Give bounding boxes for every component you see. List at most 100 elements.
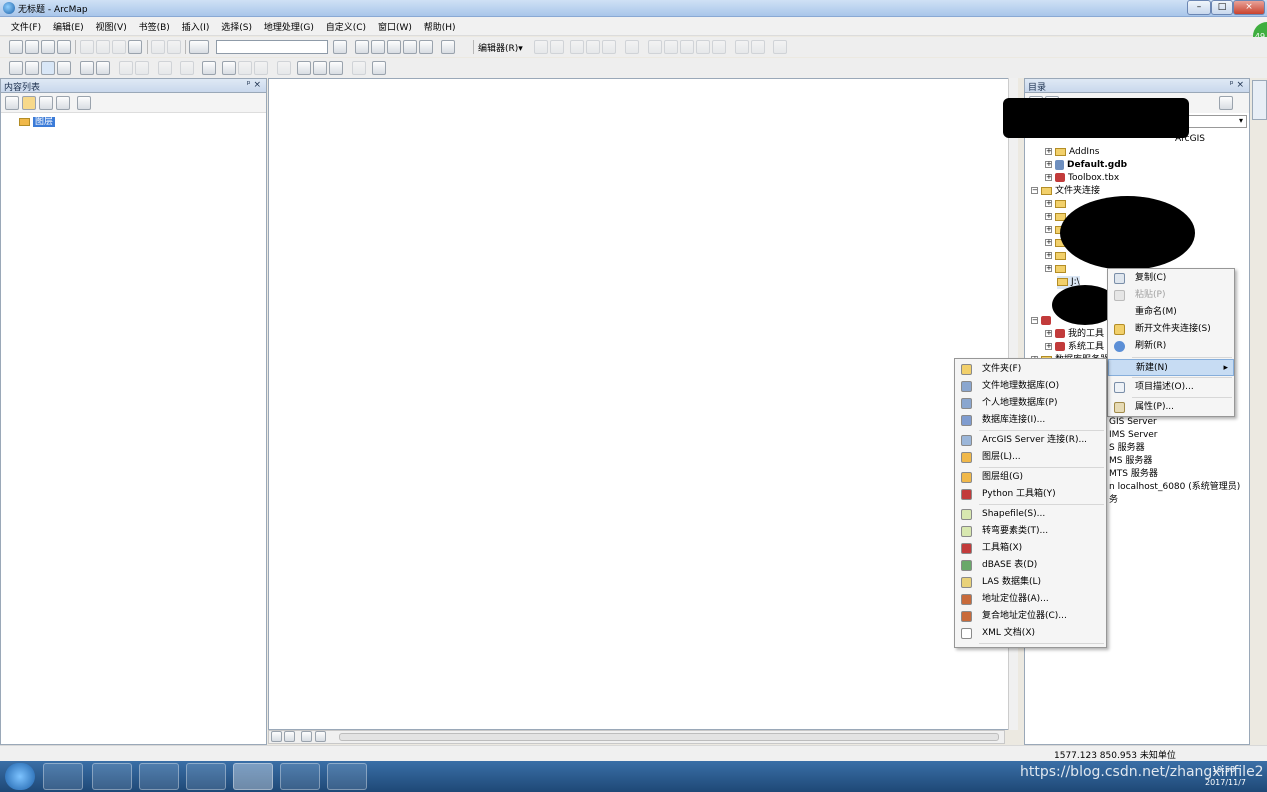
toc-window-icon[interactable] bbox=[355, 40, 369, 54]
search-side-tab[interactable] bbox=[1252, 80, 1267, 120]
menu-bookmarks[interactable]: 书签(B) bbox=[135, 17, 175, 36]
menu-edit[interactable]: 编辑(E) bbox=[49, 17, 89, 36]
pan-icon[interactable] bbox=[41, 61, 55, 75]
menu-file[interactable]: 文件(F) bbox=[7, 17, 46, 36]
edit-tool-icon[interactable] bbox=[534, 40, 548, 54]
catalog-item-wms-server[interactable]: MS 服务器 bbox=[1109, 455, 1152, 468]
list-by-selection-icon[interactable] bbox=[56, 96, 70, 110]
editor-menu[interactable]: 编辑器(R)▾ bbox=[478, 41, 523, 54]
menu-customize[interactable]: 自定义(C) bbox=[322, 17, 371, 36]
save-icon[interactable] bbox=[41, 40, 55, 54]
measure-icon[interactable] bbox=[277, 61, 291, 75]
refresh-view-icon[interactable] bbox=[301, 731, 312, 742]
minimize-button[interactable]: – bbox=[1187, 0, 1211, 15]
catalog-item-system-toolboxes[interactable]: + 系统工具 bbox=[1045, 341, 1104, 354]
map-display[interactable] bbox=[268, 78, 1018, 730]
taskbar-app-icon[interactable] bbox=[139, 763, 179, 790]
find-route-icon[interactable] bbox=[313, 61, 327, 75]
menu-view[interactable]: 视图(V) bbox=[92, 17, 132, 36]
ctx-rename[interactable]: 重命名(M) bbox=[1108, 304, 1234, 321]
edit-vertices-icon[interactable] bbox=[648, 40, 662, 54]
menu-windows[interactable]: 窗口(W) bbox=[374, 17, 417, 36]
catalog-item-default-gdb[interactable]: + Default.gdb bbox=[1045, 159, 1127, 172]
new-turn-feature[interactable]: 转弯要素类(T)... bbox=[955, 523, 1106, 540]
trace-icon[interactable] bbox=[602, 40, 616, 54]
paste-icon[interactable] bbox=[112, 40, 126, 54]
catalog-window-icon[interactable] bbox=[371, 40, 385, 54]
taskbar-app-icon[interactable] bbox=[280, 763, 320, 790]
ctx-refresh[interactable]: 刷新(R) bbox=[1108, 338, 1234, 355]
list-by-drawing-order-icon[interactable] bbox=[5, 96, 19, 110]
identify-icon[interactable] bbox=[222, 61, 236, 75]
catalog-item-my-toolboxes[interactable]: + 我的工具 bbox=[1045, 328, 1104, 341]
split-icon[interactable] bbox=[696, 40, 710, 54]
menu-insert[interactable]: 插入(I) bbox=[178, 17, 215, 36]
open-icon[interactable] bbox=[25, 40, 39, 54]
menu-help[interactable]: 帮助(H) bbox=[420, 17, 461, 36]
create-features-icon[interactable] bbox=[773, 40, 787, 54]
python-window-icon[interactable] bbox=[419, 40, 433, 54]
model-builder-icon[interactable] bbox=[441, 40, 455, 54]
new-personal-gdb[interactable]: 个人地理数据库(P) bbox=[955, 395, 1106, 412]
new-shapefile[interactable]: Shapefile(S)... bbox=[955, 506, 1106, 523]
edit-annotation-icon[interactable] bbox=[550, 40, 564, 54]
fixed-zoom-in-icon[interactable] bbox=[80, 61, 94, 75]
cut-polygon-icon[interactable] bbox=[680, 40, 694, 54]
back-extent-icon[interactable] bbox=[119, 61, 133, 75]
search-window-icon[interactable] bbox=[387, 40, 401, 54]
catalog-subitem[interactable]: + bbox=[1045, 263, 1069, 276]
arcmap-taskbar-icon[interactable] bbox=[233, 763, 273, 790]
menu-geoprocessing[interactable]: 地理处理(G) bbox=[260, 17, 319, 36]
full-extent-icon[interactable] bbox=[57, 61, 71, 75]
map-horizontal-scrollbar[interactable] bbox=[339, 733, 999, 741]
options-icon[interactable] bbox=[77, 96, 91, 110]
new-python-toolbox[interactable]: Python 工具箱(Y) bbox=[955, 486, 1106, 503]
fixed-zoom-out-icon[interactable] bbox=[96, 61, 110, 75]
undo-icon[interactable] bbox=[151, 40, 165, 54]
create-viewer-icon[interactable] bbox=[372, 61, 386, 75]
catalog-item-ims-server[interactable]: IMS Server bbox=[1109, 429, 1158, 442]
file-explorer-icon[interactable] bbox=[186, 763, 226, 790]
new-composite-locator[interactable]: 复合地址定位器(C)... bbox=[955, 608, 1106, 625]
new-xml[interactable]: XML 文档(X) bbox=[955, 625, 1106, 642]
zoom-in-icon[interactable] bbox=[9, 61, 23, 75]
taskbar-app-icon[interactable] bbox=[43, 763, 83, 790]
catalog-subitem[interactable]: + bbox=[1045, 198, 1069, 211]
endpoint-arc-icon[interactable] bbox=[586, 40, 600, 54]
catalog-item-services[interactable]: 务 bbox=[1109, 494, 1118, 507]
new-las[interactable]: LAS 数据集(L) bbox=[955, 574, 1106, 591]
select-features-icon[interactable] bbox=[158, 61, 172, 75]
print-icon[interactable] bbox=[57, 40, 71, 54]
menu-selection[interactable]: 选择(S) bbox=[217, 17, 257, 36]
straight-segment-icon[interactable] bbox=[570, 40, 584, 54]
maximize-button[interactable]: □ bbox=[1211, 0, 1233, 15]
sketch-properties-icon[interactable] bbox=[751, 40, 765, 54]
find-icon[interactable] bbox=[297, 61, 311, 75]
new-document-icon[interactable] bbox=[9, 40, 23, 54]
catalog-item-addins[interactable]: + AddIns bbox=[1045, 146, 1099, 159]
reshape-icon[interactable] bbox=[664, 40, 678, 54]
catalog-item-folder-connections[interactable]: − 文件夹连接 bbox=[1031, 185, 1100, 198]
ctx-paste[interactable]: 粘贴(P) bbox=[1108, 287, 1234, 304]
copy-icon[interactable] bbox=[96, 40, 110, 54]
delete-icon[interactable] bbox=[128, 40, 142, 54]
ctx-item-description[interactable]: 项目描述(O)... bbox=[1108, 379, 1234, 396]
select-elements-icon[interactable] bbox=[202, 61, 216, 75]
list-by-source-icon[interactable] bbox=[22, 96, 36, 110]
redo-icon[interactable] bbox=[167, 40, 181, 54]
new-locator[interactable]: 地址定位器(A)... bbox=[955, 591, 1106, 608]
new-dbase[interactable]: dBASE 表(D) bbox=[955, 557, 1106, 574]
add-data-icon[interactable] bbox=[189, 40, 209, 54]
catalog-item-wcs-server[interactable]: S 服务器 bbox=[1109, 442, 1145, 455]
catalog-item-toolbox[interactable]: + Toolbox.tbx bbox=[1045, 172, 1119, 185]
scale-combobox[interactable] bbox=[216, 40, 328, 54]
list-by-visibility-icon[interactable] bbox=[39, 96, 53, 110]
clear-selection-icon[interactable] bbox=[180, 61, 194, 75]
catalog-subitem[interactable]: + bbox=[1045, 250, 1069, 263]
close-button[interactable]: × bbox=[1233, 0, 1265, 15]
catalog-item-localhost[interactable]: n localhost_6080 (系统管理员) bbox=[1109, 481, 1240, 494]
ctx-disconnect-folder[interactable]: 断开文件夹连接(S) bbox=[1108, 321, 1234, 338]
ie-icon[interactable] bbox=[92, 763, 132, 790]
rotate-icon[interactable] bbox=[712, 40, 726, 54]
catalog-pin-close[interactable]: ᵖ × bbox=[1230, 80, 1244, 90]
